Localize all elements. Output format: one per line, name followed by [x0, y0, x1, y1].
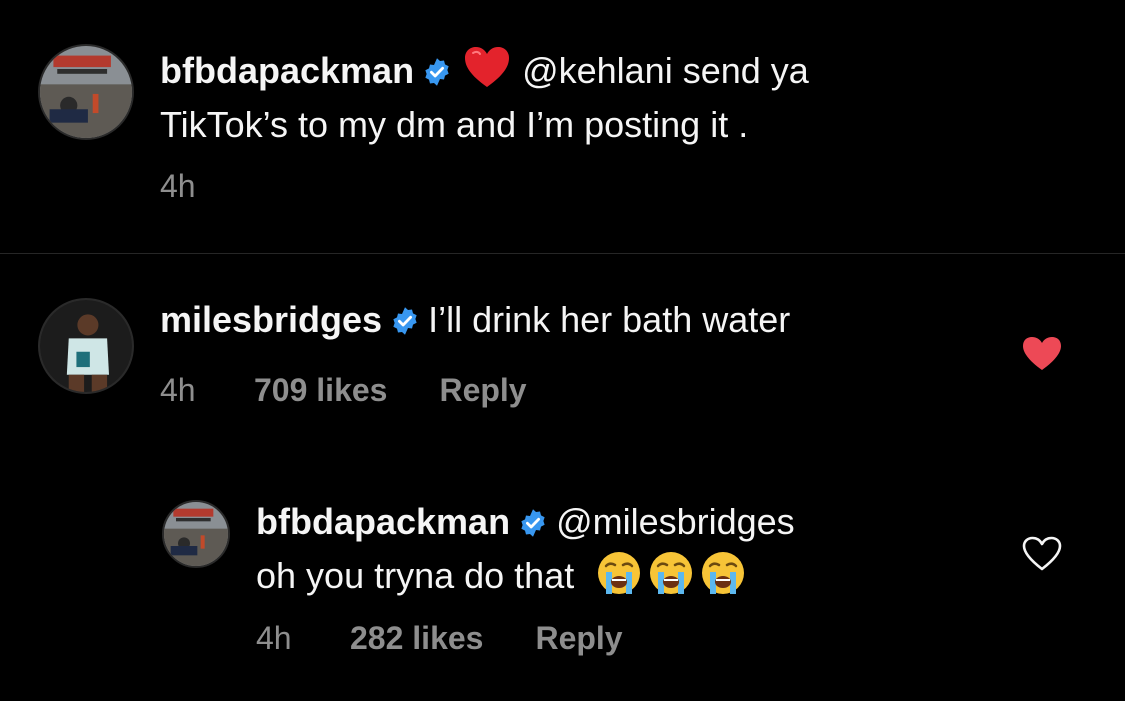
comment-text-line2: TikTok’s to my dm and I’m posting it .: [160, 104, 749, 145]
avatar-image: [40, 300, 132, 392]
red-heart-emoji-icon: [464, 47, 510, 101]
timestamp: 4h: [160, 168, 196, 204]
loudly-crying-face-icon: [700, 550, 746, 608]
mention-link[interactable]: @kehlani: [522, 50, 673, 91]
comment-text: bfbdapackman @kehlani send ya TikTok’s to…: [160, 47, 809, 149]
comment-text-line1: send ya: [672, 50, 809, 91]
avatar[interactable]: [38, 298, 134, 394]
likes-count[interactable]: 282 likes: [350, 620, 483, 657]
timestamp: 4h: [160, 372, 196, 408]
username[interactable]: bfbdapackman: [160, 50, 414, 91]
like-heart-icon[interactable]: [1022, 336, 1062, 372]
reply-button[interactable]: Reply: [439, 372, 526, 409]
comment-meta: 4h 709 likes Reply: [160, 372, 527, 409]
avatar-image: [164, 502, 228, 566]
comment-meta: 4h: [160, 168, 196, 205]
likes-count[interactable]: 709 likes: [254, 372, 387, 409]
like-heart-outline-icon[interactable]: [1022, 536, 1062, 572]
loudly-crying-face-icon: [596, 550, 642, 608]
verified-badge-icon: [518, 502, 548, 550]
divider: [0, 253, 1125, 254]
comment-meta: 4h 282 likes Reply: [256, 620, 623, 657]
comment-text: bfbdapackman @milesbridges oh you tryna d…: [256, 498, 795, 608]
comment-text: milesbridges I’ll drink her bath water: [160, 296, 790, 348]
username[interactable]: milesbridges: [160, 299, 382, 340]
avatar-image: [40, 46, 132, 138]
comment-body: oh you tryna do that: [256, 555, 575, 596]
loudly-crying-face-icon: [648, 550, 694, 608]
verified-badge-icon: [390, 300, 420, 348]
avatar[interactable]: [38, 44, 134, 140]
verified-badge-icon: [422, 51, 452, 99]
username[interactable]: bfbdapackman: [256, 501, 510, 542]
mention-link[interactable]: @milesbridges: [556, 501, 795, 542]
comment-body: I’ll drink her bath water: [428, 299, 791, 340]
reply-button[interactable]: Reply: [535, 620, 622, 657]
timestamp: 4h: [256, 620, 292, 656]
avatar[interactable]: [162, 500, 230, 568]
